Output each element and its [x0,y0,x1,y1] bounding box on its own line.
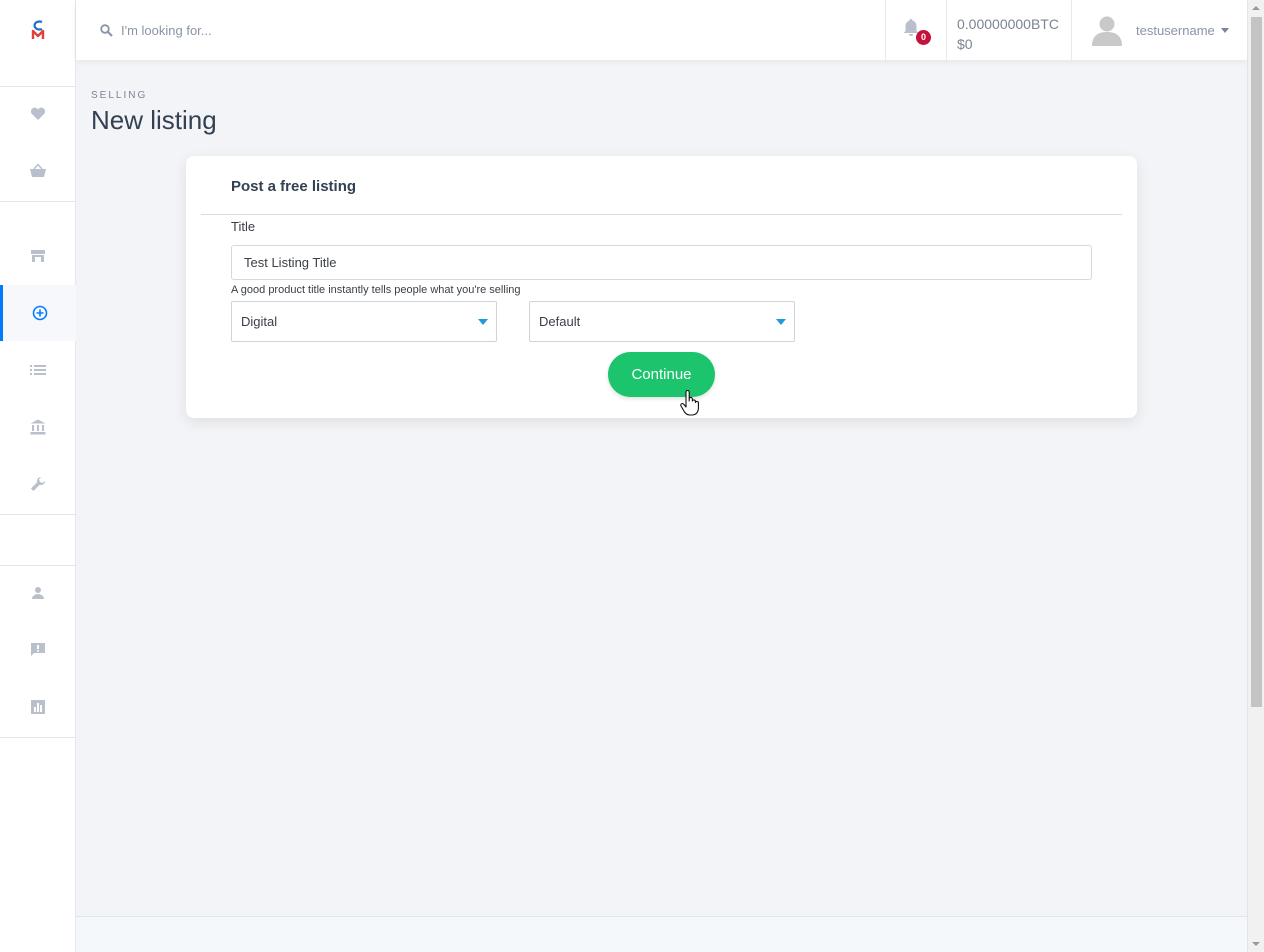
title-label: Title [231,219,256,234]
username: testusername [1136,22,1215,38]
scroll-down-arrow-icon[interactable] [1252,942,1260,946]
sidebar-divider [0,514,76,515]
logo[interactable] [0,0,76,60]
logo-icon [31,20,45,39]
balance-usd: $0 [957,36,973,52]
scrollbar-thumb[interactable] [1251,17,1262,707]
sidebar-item-favorites[interactable] [0,86,76,142]
message-icon [31,643,45,656]
bank-icon [30,419,46,435]
search-bar[interactable] [100,20,860,40]
category-value: Default [539,314,581,329]
title-help-text: A good product title instantly tells peo… [231,284,521,296]
sidebar-item-listings[interactable] [0,342,76,398]
user-menu[interactable]: testusername [1090,12,1240,48]
wallet-balance: 0.00000000BTC $0 [957,14,1059,54]
notification-count-badge: 0 [916,30,931,45]
balance-btc: 0.00000000BTC [957,16,1059,32]
card-title: Post a free listing [231,178,357,195]
topbar-divider [885,0,886,60]
sidebar-item-stats[interactable] [0,679,76,735]
sidebar-item-bank[interactable] [0,399,76,455]
sidebar-item-new-listing[interactable] [0,285,76,341]
plus-circle-icon [32,305,47,321]
heart-icon [30,107,46,120]
notifications-button[interactable]: 0 [902,18,932,48]
topbar-divider [946,0,947,60]
title-input[interactable] [231,245,1092,280]
chevron-down-icon [1220,27,1229,33]
category-select[interactable]: Default [529,301,795,342]
hand-cursor-icon [680,390,699,416]
sidebar-divider [0,201,76,202]
scroll-up-arrow-icon[interactable] [1252,6,1260,10]
topbar-divider [1071,0,1072,60]
user-icon [32,587,44,599]
sidebar-item-store[interactable] [0,228,76,284]
page-title: New listing [91,105,217,135]
search-input[interactable] [121,22,821,38]
wrench-icon [31,476,46,491]
sidebar [0,0,76,952]
listing-type-value: Digital [241,314,278,329]
card-divider [201,214,1122,215]
listing-type-select[interactable]: Digital [231,301,497,342]
avatar [1092,16,1122,46]
sidebar-item-cart[interactable] [0,143,76,199]
store-icon [31,250,45,262]
search-icon [100,23,113,37]
listing-form-card: Post a free listing Title A good product… [186,156,1137,418]
sidebar-divider [0,737,76,738]
vertical-scrollbar[interactable] [1247,0,1264,952]
chevron-down-icon [776,319,786,325]
top-bar: 0 0.00000000BTC $0 testusername [76,0,1247,60]
list-icon [30,365,46,375]
chevron-down-icon [478,319,488,325]
breadcrumb: SELLING [91,90,148,101]
sidebar-item-messages[interactable] [0,622,76,678]
sidebar-item-profile[interactable] [0,565,76,621]
basket-icon [30,164,46,177]
chart-icon [31,700,45,714]
sidebar-item-settings[interactable] [0,456,76,512]
page-footer [76,916,1247,952]
